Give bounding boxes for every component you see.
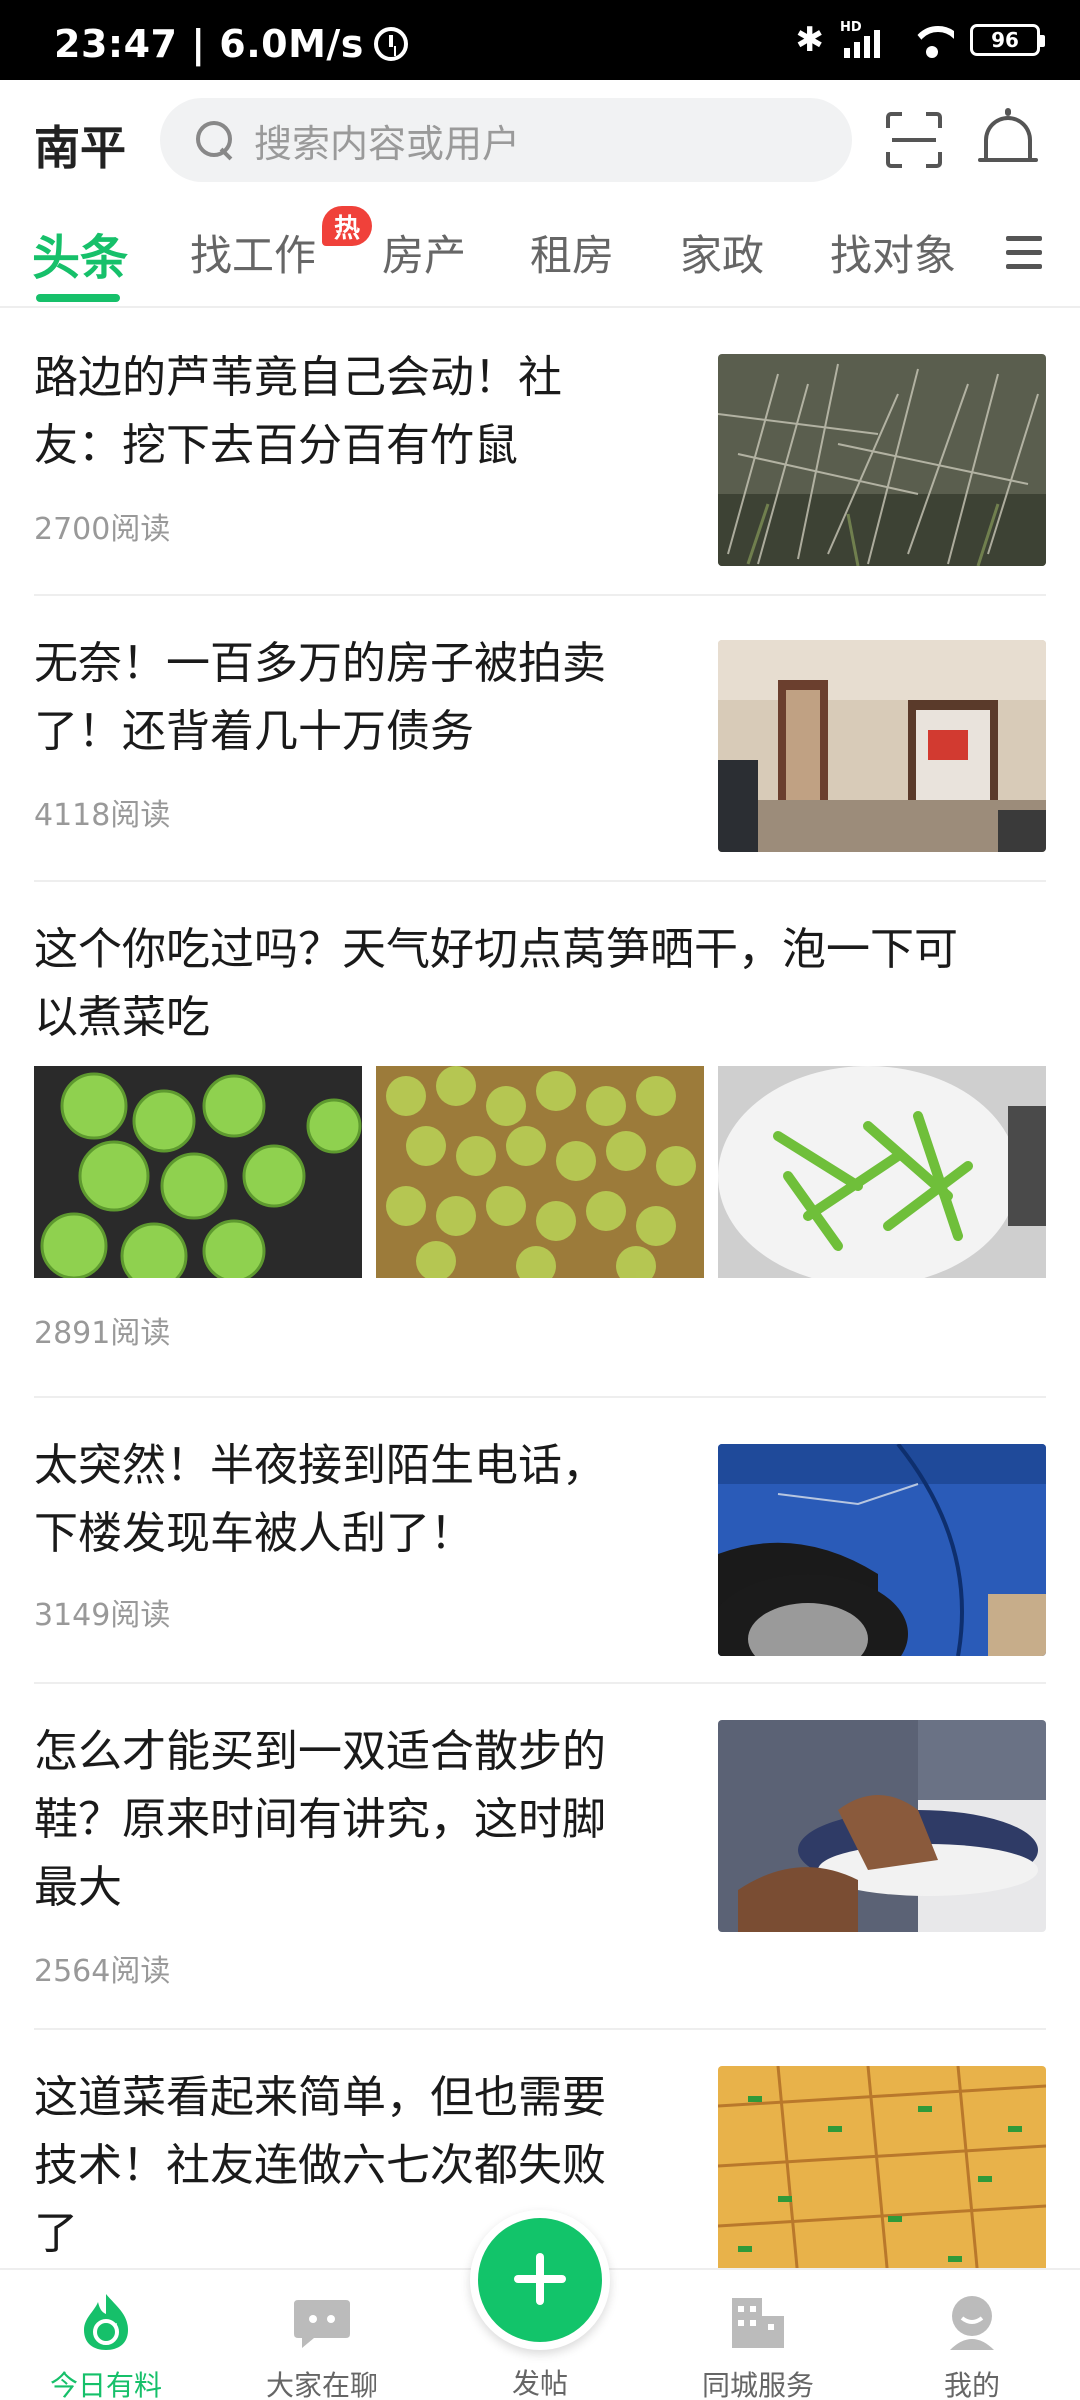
divider [34, 1682, 1046, 1684]
nav-today[interactable]: 今日有料 [6, 2270, 206, 2400]
nav-chat[interactable]: 大家在聊 [222, 2270, 422, 2400]
article-thumbnail [718, 1720, 1046, 1932]
status-icons: ✱ HD 96 [795, 20, 1045, 60]
nav-label: 我的 [943, 2369, 1000, 2400]
status-time-text: 23:47 | 6.0M/s [54, 22, 364, 66]
news-feed: 路边的芦苇竟自己会动！社 友：挖下去百分百有竹鼠 2700阅读 无奈！一百多万的… [0, 310, 1080, 2270]
article-item[interactable]: 路边的芦苇竟自己会动！社 友：挖下去百分百有竹鼠 2700阅读 [34, 344, 1046, 596]
battery-level: 96 [991, 28, 1019, 52]
post-label: 发帖 [511, 2367, 568, 2400]
hot-badge: 热 [322, 206, 372, 246]
active-tab-indicator [36, 294, 120, 302]
article-title: 这个你吃过吗？天气好切点莴笋晒干，泡一下可 以煮菜吃 [34, 924, 958, 1043]
search-icon [196, 121, 234, 159]
tab-dating[interactable]: 找对象 [830, 222, 956, 283]
article-image [376, 1066, 704, 1278]
article-item[interactable]: 无奈！一百多万的房子被拍卖 了！还背着几十万债务 4118阅读 [34, 630, 1046, 882]
read-count: 2564阅读 [34, 1954, 171, 1989]
search-placeholder: 搜索内容或用户 [254, 121, 521, 166]
status-bar: 23:47 | 6.0M/s ✱ HD 96 [0, 0, 1080, 80]
divider [34, 2028, 1046, 2030]
article-item[interactable]: 怎么才能买到一双适合散步的 鞋？原来时间有讲究，这时脚 最大 2564阅读 [34, 1718, 1046, 2038]
nav-label: 同城服务 [701, 2369, 814, 2400]
divider [34, 594, 1046, 596]
image-row [34, 1066, 1046, 1278]
category-tabs: 头条 找工作 热 房产 租房 家政 找对象 [0, 202, 1080, 308]
nav-label: 大家在聊 [265, 2369, 378, 2400]
read-count: 2700阅读 [34, 512, 171, 547]
menu-icon[interactable] [1006, 236, 1046, 272]
top-header: 南平 搜索内容或用户 [0, 80, 1080, 202]
article-image [718, 1066, 1046, 1278]
status-time: 23:47 | 6.0M/s [54, 22, 408, 66]
article-thumbnail [718, 2066, 1046, 2270]
today-flame-icon [76, 2292, 136, 2352]
nav-label: 今日有料 [49, 2369, 162, 2400]
profile-icon [942, 2292, 1002, 2352]
search-input[interactable]: 搜索内容或用户 [160, 98, 852, 182]
nav-city-services[interactable]: 同城服务 [658, 2270, 858, 2400]
tab-housekeeping[interactable]: 家政 [680, 222, 764, 283]
city-selector[interactable]: 南平 [34, 112, 126, 178]
wifi-icon [910, 22, 954, 58]
scan-icon[interactable] [886, 112, 942, 168]
read-count: 3149阅读 [34, 1598, 171, 1633]
tab-headlines[interactable]: 头条 [32, 218, 128, 288]
bluetooth-icon: ✱ [795, 20, 825, 60]
article-thumbnail [718, 354, 1046, 566]
read-count: 2891阅读 [34, 1316, 171, 1351]
divider [34, 880, 1046, 882]
chat-bubble-icon [292, 2292, 352, 2352]
article-thumbnail [718, 1444, 1046, 1656]
article-thumbnail [718, 640, 1046, 852]
battery-icon: 96 [970, 24, 1045, 56]
article-item[interactable]: 太突然！半夜接到陌生电话， 下楼发现车被人刮了！ 3149阅读 [34, 1432, 1046, 1684]
buildings-icon [728, 2292, 788, 2352]
article-item[interactable]: 这个你吃过吗？天气好切点莴笋晒干，泡一下可 以煮菜吃 2891阅读 [34, 916, 1046, 1396]
notification-bell-icon[interactable] [978, 108, 1038, 172]
divider [34, 1396, 1046, 1398]
alarm-icon [373, 27, 408, 61]
nav-profile[interactable]: 我的 [872, 2270, 1072, 2400]
tab-jobs[interactable]: 找工作 [190, 222, 316, 283]
tab-real-estate[interactable]: 房产 [382, 222, 466, 283]
read-count: 4118阅读 [34, 798, 171, 833]
signal-icon: HD [840, 20, 894, 60]
tab-rentals[interactable]: 租房 [530, 222, 614, 283]
post-button[interactable] [470, 2210, 610, 2350]
article-image [34, 1066, 362, 1278]
